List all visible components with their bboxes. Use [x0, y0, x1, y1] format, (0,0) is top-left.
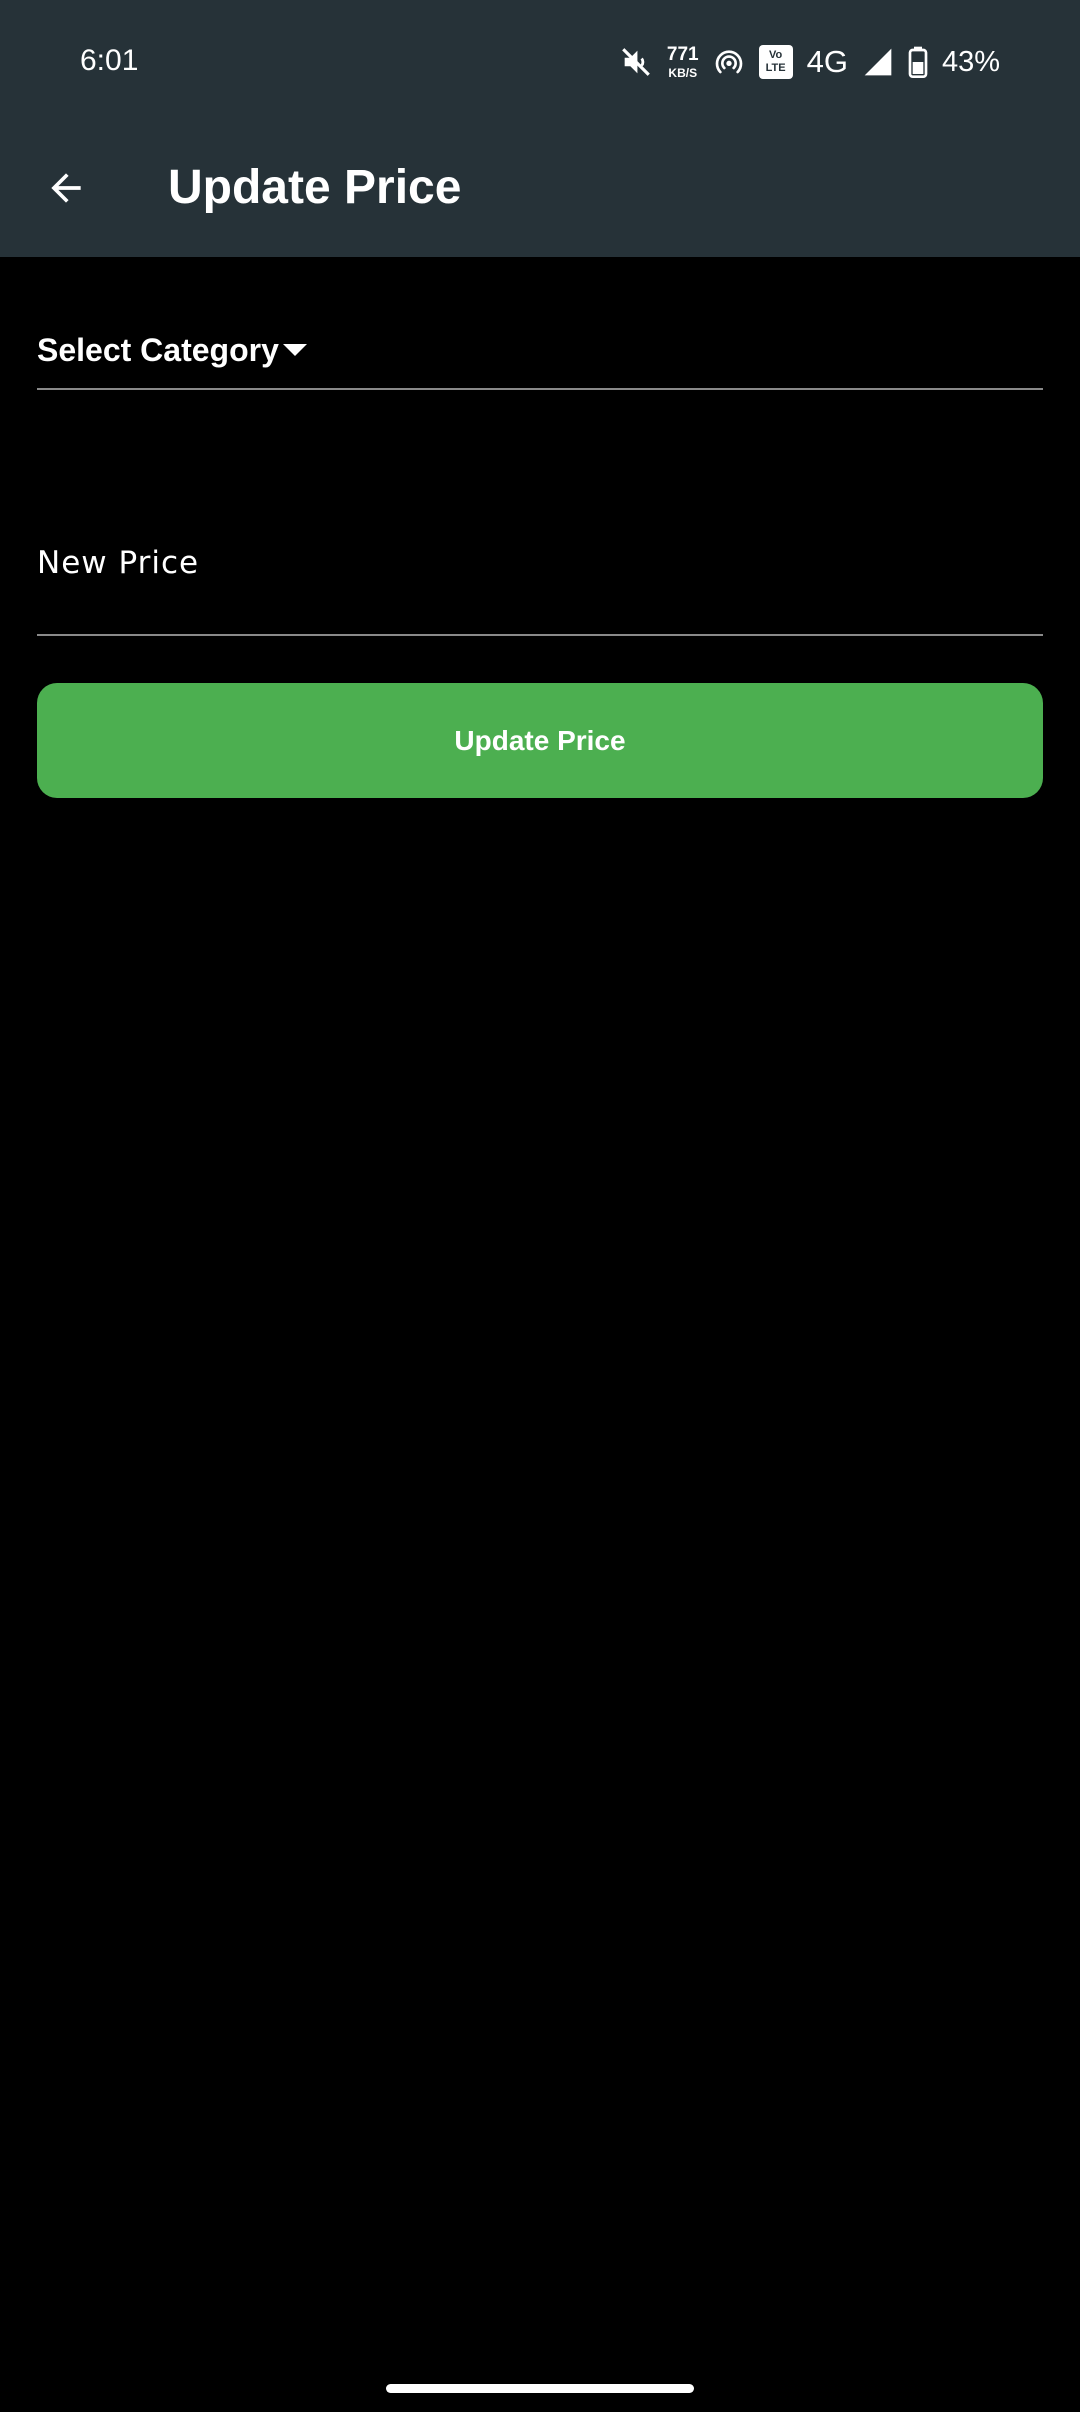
update-price-button[interactable]: Update Price [37, 683, 1043, 798]
network-type: 4G [806, 44, 848, 79]
page-title: Update Price [168, 161, 462, 214]
new-price-field [37, 530, 1043, 636]
volte-top-text: Vo [768, 49, 783, 61]
dropdown-arrow-icon [283, 344, 307, 363]
volte-bottom-text: LTE [765, 62, 786, 74]
network-speed: 771 KB/S [667, 45, 699, 79]
volte-icon: Vo LTE [758, 45, 793, 79]
status-icons: 771 KB/S Vo LTE 4G 43% [619, 40, 1000, 84]
network-speed-value: 771 [666, 44, 699, 65]
mute-icon [619, 45, 653, 79]
signal-icon [862, 46, 894, 78]
category-dropdown[interactable]: Select Category [37, 320, 1043, 390]
battery-percent: 43% [941, 45, 1000, 78]
status-time: 6:01 [80, 44, 139, 77]
home-indicator[interactable] [386, 2384, 694, 2393]
app-bar: Update Price [0, 128, 1080, 257]
battery-icon [908, 46, 928, 78]
category-dropdown-label: Select Category [37, 332, 279, 368]
new-price-input[interactable] [37, 530, 1043, 634]
back-button[interactable] [34, 156, 98, 220]
network-speed-unit: KB/S [668, 66, 698, 80]
arrow-back-icon [51, 173, 81, 203]
status-bar: 6:01 771 KB/S Vo LTE 4G 43% [0, 0, 1080, 128]
hotspot-icon [713, 46, 745, 78]
